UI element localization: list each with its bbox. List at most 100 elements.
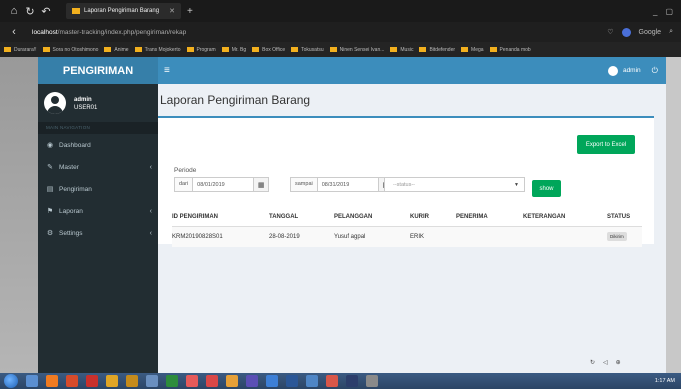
taskbar-app-icon[interactable] [126, 375, 138, 387]
bookmark-item[interactable]: Durarara!! [4, 47, 37, 53]
date-from-group: dari 08/01/2019 ▦ [174, 177, 270, 192]
bookmark-item[interactable]: Trans Mojokerto [134, 47, 181, 53]
bookmark-item[interactable]: Program [186, 47, 216, 53]
address-bar: ‹ localhost/master-tracking/index.php/pe… [0, 22, 681, 42]
bookmark-item[interactable]: Sora no Otoshimono [42, 47, 98, 53]
search-icon[interactable]: ⌕ [669, 28, 673, 36]
export-excel-button[interactable]: Export to Excel [577, 135, 635, 154]
report-icon: ⚑ [46, 208, 54, 215]
speaker-icon[interactable]: ◁ [603, 359, 608, 366]
sidebar-item-master[interactable]: ✎ Master ‹ [38, 156, 158, 178]
taskbar-app-icon[interactable] [206, 375, 218, 387]
nav-header: MAIN NAVIGATION [38, 122, 158, 134]
sidebar-item-pengiriman[interactable]: ▤ Pengiriman [38, 178, 158, 200]
search-engine-name[interactable]: Google [639, 29, 662, 36]
date-to-field[interactable]: 08/31/2019 [318, 182, 378, 188]
taskbar-app-icon[interactable] [166, 375, 178, 387]
bookmark-item[interactable]: Anime [104, 47, 129, 53]
chevron-down-icon: ▼ [514, 181, 519, 188]
tab-title: Laporan Pengiriman Barang [84, 8, 160, 14]
bookmark-item[interactable]: Mr. Bg [221, 47, 246, 53]
status-select[interactable]: --status-- ▼ [384, 177, 525, 192]
taskbar-app-icon[interactable] [366, 375, 378, 387]
new-tab-icon[interactable]: + [187, 6, 193, 17]
taskbar-app-icon[interactable] [66, 375, 78, 387]
show-button[interactable]: show [532, 180, 561, 197]
table-row[interactable]: KRM20190828S01 28-08-2019 Yusuf agpal ER… [172, 227, 642, 247]
topbar-username: admin [622, 67, 641, 74]
bookmark-item[interactable]: Tokusatsu [291, 47, 324, 53]
folder-icon [291, 47, 299, 52]
column-header: KURIR [410, 214, 429, 220]
url-field[interactable]: localhost/master-tracking/index.php/peng… [32, 29, 186, 36]
bookmarks-bar: Durarara!! Sora no Otoshimono Anime Tran… [0, 42, 681, 57]
taskbar-app-icon[interactable] [26, 375, 38, 387]
main-content: Laporan Pengiriman Barang Export to Exce… [158, 84, 666, 373]
folder-icon [390, 47, 398, 52]
sign-out-icon[interactable]: ⏻ [652, 66, 658, 76]
column-header: PELANGGAN [334, 214, 373, 220]
taskbar-app-icon[interactable] [226, 375, 238, 387]
column-header: TANGGAL [269, 214, 299, 220]
taskbar-app-icon[interactable] [306, 375, 318, 387]
user-menu[interactable]: admin ⏻ [607, 65, 658, 76]
taskbar-app-icon[interactable] [286, 375, 298, 387]
taskbar-app-icon[interactable] [346, 375, 358, 387]
bookmark-item[interactable]: Bitdefender [419, 47, 455, 53]
bookmark-item[interactable]: Penanda mob [489, 47, 531, 53]
file-icon: ▤ [46, 186, 54, 193]
bookmark-item[interactable]: Box Office [252, 47, 285, 53]
folder-icon [221, 47, 229, 52]
user-role: USER01 [74, 104, 98, 111]
search-engine-icon[interactable] [621, 27, 631, 37]
taskbar: 1:17 AM [0, 373, 681, 389]
minimize-icon[interactable]: _ [653, 7, 657, 16]
chevron-left-icon: ‹ [149, 207, 152, 215]
taskbar-app-icon[interactable] [86, 375, 98, 387]
periode-label: Periode [174, 167, 197, 174]
taskbar-app-icon[interactable] [266, 375, 278, 387]
status-select-value: --status-- [393, 181, 415, 188]
start-button[interactable] [4, 374, 18, 388]
column-header: STATUS [607, 214, 631, 220]
taskbar-app-icon[interactable] [326, 375, 338, 387]
taskbar-app-icon[interactable] [246, 375, 258, 387]
folder-icon [461, 47, 469, 52]
refresh-icon[interactable]: ↻ [590, 359, 595, 366]
taskbar-app-icon[interactable] [186, 375, 198, 387]
cell-status: Dikirim [607, 227, 627, 247]
bookmark-item[interactable]: Ninen Sensei Ivan... [329, 47, 384, 53]
heart-icon[interactable]: ♡ [607, 28, 613, 36]
calendar-icon[interactable]: ▦ [253, 178, 269, 191]
sidebar-item-label: Pengiriman [59, 185, 92, 193]
home-icon[interactable]: ⌂ [6, 5, 22, 17]
edit-icon: ✎ [47, 164, 53, 171]
taskbar-app-icon[interactable] [106, 375, 118, 387]
reload-icon[interactable]: ↻ [22, 5, 38, 18]
brand-logo[interactable]: PENGIRIMAN [38, 57, 158, 84]
tab-favicon-icon [72, 8, 80, 14]
sidebar-item-laporan[interactable]: ⚑ Laporan ‹ [38, 200, 158, 222]
taskbar-clock[interactable]: 1:17 AM [655, 378, 675, 385]
undo-icon[interactable]: ↶ [38, 5, 54, 18]
sidebar-item-settings[interactable]: ⚙ Settings ‹ [38, 222, 158, 244]
column-header: ID PENGIRIMAN [172, 214, 219, 220]
bookmark-item[interactable]: Music [390, 47, 413, 53]
close-tab-icon[interactable]: ✕ [169, 7, 175, 15]
date-from-field[interactable]: 08/01/2019 [193, 182, 253, 188]
zoom-icon[interactable]: ⊕ [616, 359, 621, 366]
browser-tab[interactable]: Laporan Pengiriman Barang ✕ [66, 3, 181, 19]
sidebar-item-label: Laporan [59, 207, 83, 215]
sidebar-item-dashboard[interactable]: ◉ Dashboard [38, 134, 158, 156]
taskbar-app-icon[interactable] [46, 375, 58, 387]
chevron-left-icon: ‹ [149, 229, 152, 237]
taskbar-app-icon[interactable] [146, 375, 158, 387]
maximize-icon[interactable]: ▢ [665, 7, 673, 16]
back-icon[interactable]: ‹ [6, 26, 22, 38]
folder-icon [252, 47, 260, 52]
folder-icon [329, 47, 337, 52]
user-panel: admin USER01 [38, 84, 158, 122]
menu-toggle-icon[interactable]: ≡ [164, 65, 170, 76]
desktop-background [0, 57, 38, 373]
bookmark-item[interactable]: Mega [461, 47, 484, 53]
